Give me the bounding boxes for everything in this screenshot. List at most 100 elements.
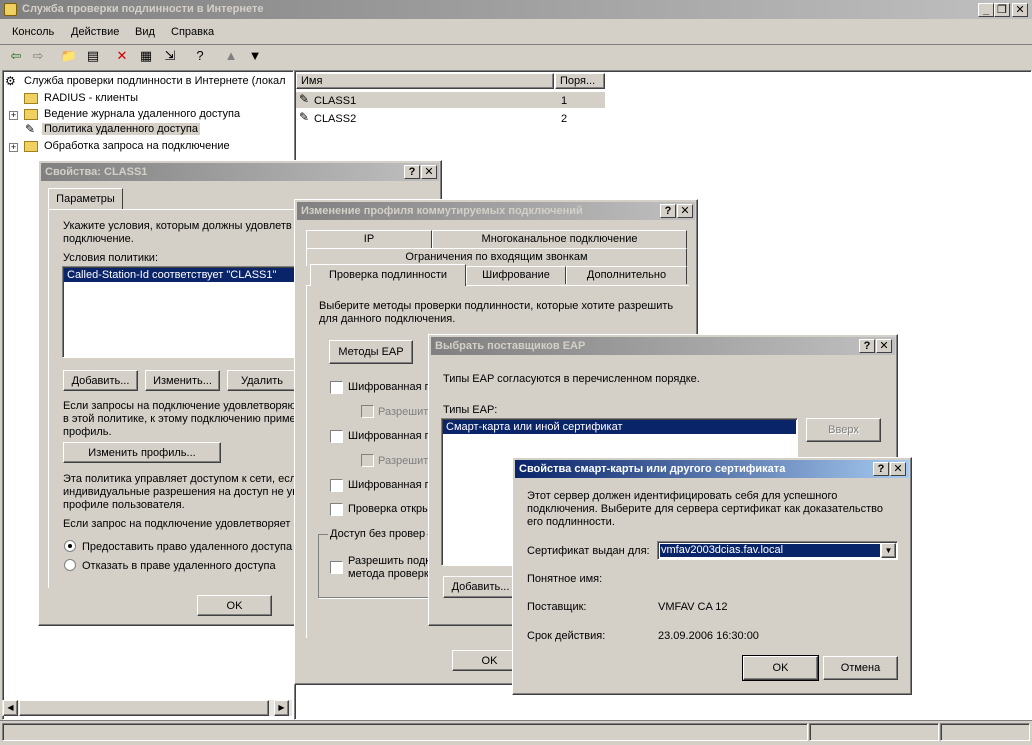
main-title-bar[interactable]: Служба проверки подлинности в Интернете	[0, 0, 1032, 19]
condition-item[interactable]: Called-Station-Id соответствует "CLASS1"	[64, 268, 296, 282]
encrypted-auth-label[interactable]: Шифрованная п	[348, 381, 431, 393]
menu-help[interactable]: Справка	[171, 26, 214, 38]
deny-access-radio[interactable]	[64, 559, 76, 571]
scroll-thumb[interactable]	[19, 700, 269, 716]
tree-root[interactable]: Служба проверки подлинности в Интернете …	[24, 75, 286, 87]
column-header-order[interactable]: Поря...	[555, 73, 605, 89]
eap-methods-button[interactable]: Методы EAP	[329, 340, 413, 364]
encrypted-auth2-label[interactable]: Шифрованная п	[348, 430, 431, 442]
certificate-description: его подлинности.	[527, 516, 615, 528]
encrypted-auth3-label[interactable]: Шифрованная п	[348, 479, 431, 491]
move-down-icon[interactable]: ▼	[246, 47, 264, 65]
policy-icon: ✎	[299, 110, 310, 124]
policy-icon: ✎	[25, 122, 36, 136]
ok-button[interactable]: OK	[197, 595, 272, 616]
folder-icon	[24, 109, 38, 120]
tab-advanced[interactable]: Дополнительно	[566, 266, 687, 284]
help-button[interactable]: ?	[660, 204, 676, 218]
close-button[interactable]: ✕	[677, 204, 693, 218]
up-folder-icon[interactable]: 📁	[60, 47, 78, 65]
conditions-label: Условия политики:	[63, 252, 159, 264]
close-button[interactable]: ✕	[890, 462, 906, 476]
show-tree-icon[interactable]: ▤	[84, 47, 102, 65]
menu-console[interactable]: Консоль	[12, 26, 54, 38]
tree-item-remote-access-policy[interactable]: Политика удаленного доступа	[42, 123, 200, 135]
remove-condition-button[interactable]: Удалить	[227, 370, 297, 391]
class1-title-bar[interactable]: Свойства: CLASS1	[41, 163, 439, 181]
deny-access-label[interactable]: Отказать в праве удаленного доступа	[82, 560, 276, 572]
tab-encryption[interactable]: Шифрование	[466, 266, 566, 284]
allow-change-checkbox[interactable]	[361, 405, 374, 418]
match-text: профиль.	[63, 426, 112, 438]
plain-auth-label[interactable]: Проверка откры	[348, 503, 430, 515]
eap-type-item[interactable]: Смарт-карта или иной сертификат	[443, 420, 796, 434]
move-up-icon[interactable]: ▲	[222, 47, 240, 65]
close-button[interactable]: ✕	[421, 165, 437, 179]
column-header-name[interactable]: Имя	[296, 73, 554, 89]
encrypted-auth3-checkbox[interactable]	[330, 479, 343, 492]
certificate-title-bar[interactable]: Свойства смарт-карты или другого сертифи…	[515, 460, 909, 478]
ok-button[interactable]: OK	[742, 655, 819, 681]
close-button[interactable]: ✕	[1012, 3, 1028, 17]
certificate-description: Этот сервер должен идентифицировать себя…	[527, 490, 838, 502]
encrypted-auth-checkbox[interactable]	[330, 381, 343, 394]
expand-icon[interactable]: +	[9, 143, 18, 152]
scroll-right-icon[interactable]: ▶	[274, 700, 289, 716]
properties-icon[interactable]: ▦	[137, 47, 155, 65]
row-name: CLASS2	[314, 113, 357, 125]
tab-parameters[interactable]: Параметры	[48, 188, 123, 210]
intro-text: Укажите условия, которым должны удовлетв	[63, 220, 292, 232]
add-eap-button[interactable]: Добавить...	[443, 576, 518, 598]
policy-text: Эта политика управляет доступом к сети, …	[63, 473, 297, 485]
allow-change2-checkbox[interactable]	[361, 454, 374, 467]
encrypted-auth2-checkbox[interactable]	[330, 430, 343, 443]
delete-icon[interactable]: ✕	[113, 47, 131, 65]
move-up-button[interactable]: Вверх	[806, 418, 881, 442]
expiry-value: 23.09.2006 16:30:00	[658, 630, 759, 642]
tree-item-radius-clients[interactable]: RADIUS - клиенты	[44, 92, 138, 104]
restore-button[interactable]: ❐	[994, 3, 1010, 17]
edit-profile-button[interactable]: Изменить профиль...	[63, 442, 221, 463]
row-order: 1	[561, 95, 568, 107]
help-icon[interactable]: ?	[191, 47, 209, 65]
eap-title-bar[interactable]: Выбрать поставщиков EAP	[431, 337, 895, 355]
forward-icon[interactable]: ⇨	[29, 47, 47, 65]
tab-multilink[interactable]: Многоканальное подключение	[432, 230, 687, 248]
minimize-button[interactable]: _	[978, 3, 994, 17]
plain-auth-checkbox[interactable]	[330, 503, 343, 516]
help-button[interactable]: ?	[859, 339, 875, 353]
allow-unauth-label[interactable]: Разрешить подк	[348, 555, 430, 567]
menu-view[interactable]: Вид	[135, 26, 155, 38]
grant-access-radio[interactable]	[64, 540, 76, 552]
allow-unauth-checkbox[interactable]	[330, 561, 343, 574]
unauth-access-group-label: Доступ без провер	[328, 528, 428, 540]
scroll-left-icon[interactable]: ◀	[3, 700, 18, 716]
add-condition-button[interactable]: Добавить...	[63, 370, 138, 391]
tree-item-logging[interactable]: Ведение журнала удаленного доступа	[44, 108, 240, 120]
issued-to-value: vmfav2003dcias.fav.local	[659, 543, 881, 558]
profile-title-bar[interactable]: Изменение профиля коммутируемых подключе…	[297, 202, 695, 220]
tab-authentication[interactable]: Проверка подлинности	[310, 264, 466, 286]
folder-icon	[24, 141, 38, 152]
chevron-down-icon[interactable]: ▼	[881, 543, 896, 558]
tab-ip[interactable]: IP	[306, 230, 432, 248]
certificate-title: Свойства смарт-карты или другого сертифи…	[519, 463, 786, 475]
policy-text: индивидуальные разрешения на доступ не у…	[63, 486, 298, 498]
help-button[interactable]: ?	[404, 165, 420, 179]
issuer-label: Поставщик:	[527, 601, 587, 613]
expand-icon[interactable]: +	[9, 111, 18, 120]
menu-action[interactable]: Действие	[71, 26, 119, 38]
edit-condition-button[interactable]: Изменить...	[145, 370, 220, 391]
eap-types-label: Типы EAP:	[443, 404, 498, 416]
close-button[interactable]: ✕	[876, 339, 892, 353]
allow-change-label: Разрешить	[378, 406, 434, 418]
grant-access-label[interactable]: Предоставить право удаленного доступа	[82, 541, 292, 553]
help-button[interactable]: ?	[873, 462, 889, 476]
status-cell	[940, 723, 1030, 741]
cancel-button[interactable]: Отмена	[823, 656, 898, 680]
profile-title: Изменение профиля коммутируемых подключе…	[301, 205, 583, 217]
tree-item-request-processing[interactable]: Обработка запроса на подключение	[44, 140, 230, 152]
back-icon[interactable]: ⇦	[7, 47, 25, 65]
app-icon	[4, 3, 17, 16]
export-icon[interactable]: ⇲	[161, 47, 179, 65]
